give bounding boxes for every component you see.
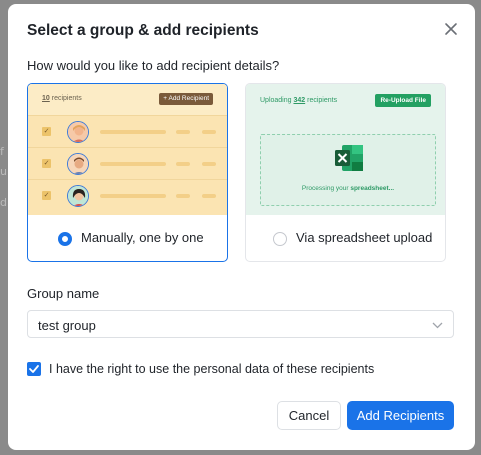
add-recipients-button[interactable]: Add Recipients: [347, 401, 454, 430]
manual-option-card[interactable]: 10 recipients + Add Recipient ✓ ✓ ✓ Manu…: [27, 83, 228, 262]
placeholder-bar: [100, 130, 166, 134]
placeholder-bar: [176, 130, 190, 134]
group-name-label: Group name: [27, 286, 100, 301]
add-recipient-pill: + Add Recipient: [159, 93, 213, 105]
preview-row: ✓: [28, 179, 227, 211]
group-name-value: test group: [38, 318, 96, 333]
checkbox-icon: ✓: [42, 159, 51, 168]
spreadsheet-radio[interactable]: [273, 232, 287, 246]
checkbox-icon: ✓: [42, 127, 51, 136]
spreadsheet-option-label: Via spreadsheet upload: [296, 230, 433, 245]
close-icon[interactable]: [442, 20, 460, 38]
drop-zone: Processing your spreadsheet...: [260, 134, 436, 206]
cancel-button[interactable]: Cancel: [277, 401, 341, 430]
processing-text: Processing your spreadsheet...: [301, 185, 395, 192]
recipient-count: 10 recipients: [42, 95, 82, 102]
placeholder-bar: [100, 194, 166, 198]
excel-icon: [335, 145, 363, 171]
placeholder-bar: [202, 194, 216, 198]
uploading-status: Uploading 342 recipients: [260, 97, 338, 104]
manual-preview-header: 10 recipients + Add Recipient: [28, 84, 227, 115]
dialog-title: Select a group & add recipients: [27, 22, 259, 39]
placeholder-bar: [176, 162, 190, 166]
placeholder-bar: [202, 130, 216, 134]
manual-preview: 10 recipients + Add Recipient ✓ ✓ ✓: [28, 84, 227, 215]
man-avatar: [67, 153, 89, 175]
add-recipients-dialog: Select a group & add recipients How woul…: [8, 4, 475, 450]
chevron-down-icon: [432, 322, 443, 329]
woman-avatar: [67, 121, 89, 143]
manual-option[interactable]: Manually, one by one: [28, 215, 227, 261]
placeholder-bar: [176, 194, 190, 198]
placeholder-bar: [202, 162, 216, 166]
background-text-fragment: u: [0, 165, 7, 178]
manual-option-label: Manually, one by one: [81, 230, 204, 245]
reupload-pill: Re-Upload File: [375, 94, 431, 107]
woman-avatar: [67, 185, 89, 207]
spreadsheet-preview: Uploading 342 recipients Re-Upload File …: [246, 84, 445, 215]
check-icon: [29, 365, 39, 373]
background-text-fragment: d: [0, 196, 7, 209]
preview-row: ✓: [28, 147, 227, 179]
spreadsheet-option-card[interactable]: Uploading 342 recipients Re-Upload File …: [245, 83, 446, 262]
spreadsheet-option[interactable]: Via spreadsheet upload: [246, 215, 445, 261]
group-name-select[interactable]: test group: [27, 310, 454, 338]
manual-radio[interactable]: [58, 232, 72, 246]
method-question: How would you like to add recipient deta…: [27, 58, 280, 73]
placeholder-bar: [100, 162, 166, 166]
preview-row: ✓: [28, 115, 227, 147]
consent-label: I have the right to use the personal dat…: [49, 362, 375, 376]
background-text-fragment: f: [0, 145, 4, 158]
consent-checkbox[interactable]: [27, 362, 41, 376]
checkbox-icon: ✓: [42, 191, 51, 200]
